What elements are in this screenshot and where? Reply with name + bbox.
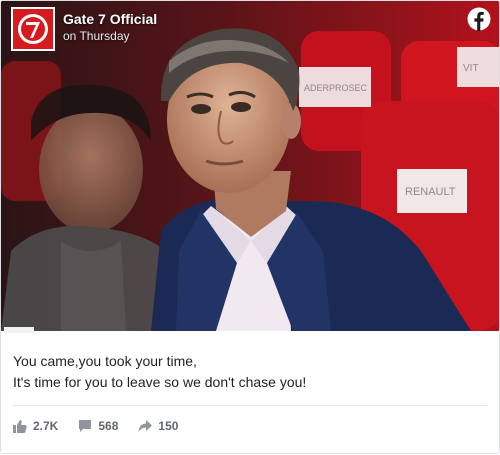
post-timestamp[interactable]: on Thursday [63, 29, 130, 43]
facebook-post-card: ADERPROSEC RENAULT VIT Gate 7 Official o… [0, 0, 500, 454]
thumbs-up-icon [13, 420, 27, 433]
facebook-icon[interactable] [467, 7, 491, 31]
engagement-stats: 2.7K 568 150 [13, 416, 198, 436]
post-caption: You came,you took your time, It's time f… [13, 351, 483, 393]
comments-count: 568 [98, 419, 119, 433]
share-arrow-icon [138, 420, 153, 432]
seat-label-text: RENAULT [405, 186, 456, 198]
shares-count-button[interactable]: 150 [138, 419, 178, 433]
page-name-link[interactable]: Gate 7 Official [63, 11, 157, 27]
post-photo[interactable]: ADERPROSEC RENAULT VIT Gate 7 Official o… [1, 1, 499, 331]
seat-label-text: VIT [463, 63, 479, 74]
shares-count: 150 [158, 419, 179, 433]
gate7-logo-icon[interactable] [11, 7, 55, 51]
likes-count-button[interactable]: 2.7K [13, 419, 58, 433]
image-watermark [4, 327, 34, 333]
comment-icon [79, 420, 92, 432]
post-header: Gate 7 Official on Thursday [1, 1, 499, 57]
caption-line: You came,you took your time, [13, 353, 197, 369]
divider [13, 405, 487, 406]
likes-count: 2.7K [33, 419, 59, 433]
seat-label-text: ADERPROSEC [304, 83, 368, 93]
comments-count-button[interactable]: 568 [78, 419, 118, 433]
caption-line: It's time for you to leave so we don't c… [13, 374, 307, 390]
